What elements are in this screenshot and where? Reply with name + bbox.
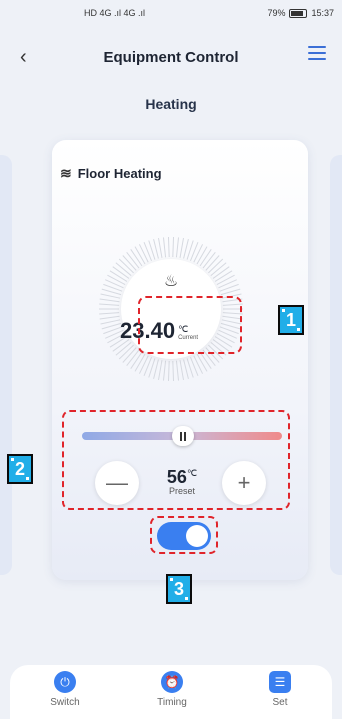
- annotation-label-3: 3: [166, 574, 192, 604]
- dial-tick: [99, 303, 120, 306]
- dial-tick: [162, 360, 167, 381]
- annotation-box-1: [138, 296, 242, 354]
- system-indicators: 79% 15:37: [267, 8, 334, 18]
- nav-timing-label: Timing: [157, 697, 187, 708]
- dial-tick: [218, 279, 237, 289]
- section-title: Heating: [145, 96, 197, 112]
- status-bar: HD 4G .ıl 4G .ıl 79% 15:37: [0, 0, 342, 28]
- dial-tick: [179, 238, 184, 258]
- dial-tick: [100, 293, 121, 299]
- dial-tick: [115, 342, 132, 356]
- dial-tick: [167, 360, 170, 381]
- nav-switch[interactable]: ⏻ Switch: [35, 671, 95, 708]
- alarm-clock-icon: ⏰: [161, 671, 183, 693]
- dial-tick: [199, 249, 212, 267]
- dial-tick: [196, 353, 208, 372]
- settings-sliders-icon: ☰: [269, 671, 291, 693]
- dial-tick: [193, 355, 204, 374]
- dial-tick: [183, 359, 189, 379]
- next-card-peek[interactable]: [330, 155, 342, 575]
- power-icon: ⏻: [54, 671, 76, 693]
- dial-tick: [130, 249, 143, 267]
- dial-tick: [158, 238, 163, 258]
- dial-tick: [99, 312, 120, 315]
- annotation-label-1: 1: [278, 305, 304, 335]
- floor-heating-icon: ≋: [60, 165, 72, 181]
- menu-icon[interactable]: [308, 46, 326, 60]
- dial-tick: [175, 360, 180, 381]
- annotation-label-2: 2: [7, 454, 33, 484]
- dial-tick: [99, 315, 120, 320]
- dial-tick: [183, 239, 189, 259]
- dial-tick: [199, 351, 212, 369]
- dial-tick: [118, 344, 134, 360]
- bottom-navigation: ⏻ Switch ⏰ Timing ☰ Set: [10, 665, 332, 719]
- nav-timing[interactable]: ⏰ Timing: [142, 671, 202, 708]
- dial-tick: [134, 353, 146, 372]
- dial-tick: [153, 239, 159, 259]
- dial-tick: [179, 360, 184, 380]
- dial-tick: [167, 237, 170, 258]
- dial-tick: [175, 237, 180, 258]
- signal-indicators: HD 4G .ıl 4G .ıl: [84, 8, 145, 18]
- dial-tick: [172, 360, 175, 381]
- dial-tick: [122, 347, 137, 363]
- dial-tick: [193, 244, 204, 263]
- annotation-box-3: [150, 516, 218, 554]
- app-header: ‹ Equipment Control: [0, 38, 342, 78]
- dial-tick: [130, 351, 143, 369]
- signal-text: HD 4G .ıl 4G .ıl: [84, 8, 146, 18]
- dial-tick: [100, 319, 121, 325]
- previous-card-peek[interactable]: [0, 155, 12, 575]
- dial-tick: [158, 360, 163, 380]
- dial-tick: [99, 298, 120, 303]
- nav-set[interactable]: ☰ Set: [250, 671, 310, 708]
- dial-tick: [126, 349, 140, 367]
- dial-tick: [172, 237, 175, 258]
- dial-tick: [196, 246, 208, 265]
- nav-set-label: Set: [272, 697, 288, 708]
- dial-tick: [138, 355, 149, 374]
- dial-tick: [202, 251, 216, 269]
- card-header: ≋ Floor Heating: [60, 165, 162, 182]
- heating-waves-icon: ♨: [163, 273, 179, 290]
- dial-tick: [138, 244, 149, 263]
- page-title: Equipment Control: [103, 49, 239, 66]
- battery-percent: 79%: [267, 8, 286, 18]
- device-name: Floor Heating: [77, 166, 162, 181]
- dial-tick: [153, 359, 159, 379]
- battery-icon: [289, 8, 308, 18]
- dial-tick: [126, 251, 140, 269]
- dial-tick: [205, 255, 220, 271]
- dial-tick: [134, 246, 146, 265]
- nav-switch-label: Switch: [50, 697, 80, 708]
- dial-tick: [162, 237, 167, 258]
- annotation-box-2: [62, 410, 290, 510]
- dial-tick: [122, 255, 137, 271]
- clock: 15:37: [311, 8, 334, 18]
